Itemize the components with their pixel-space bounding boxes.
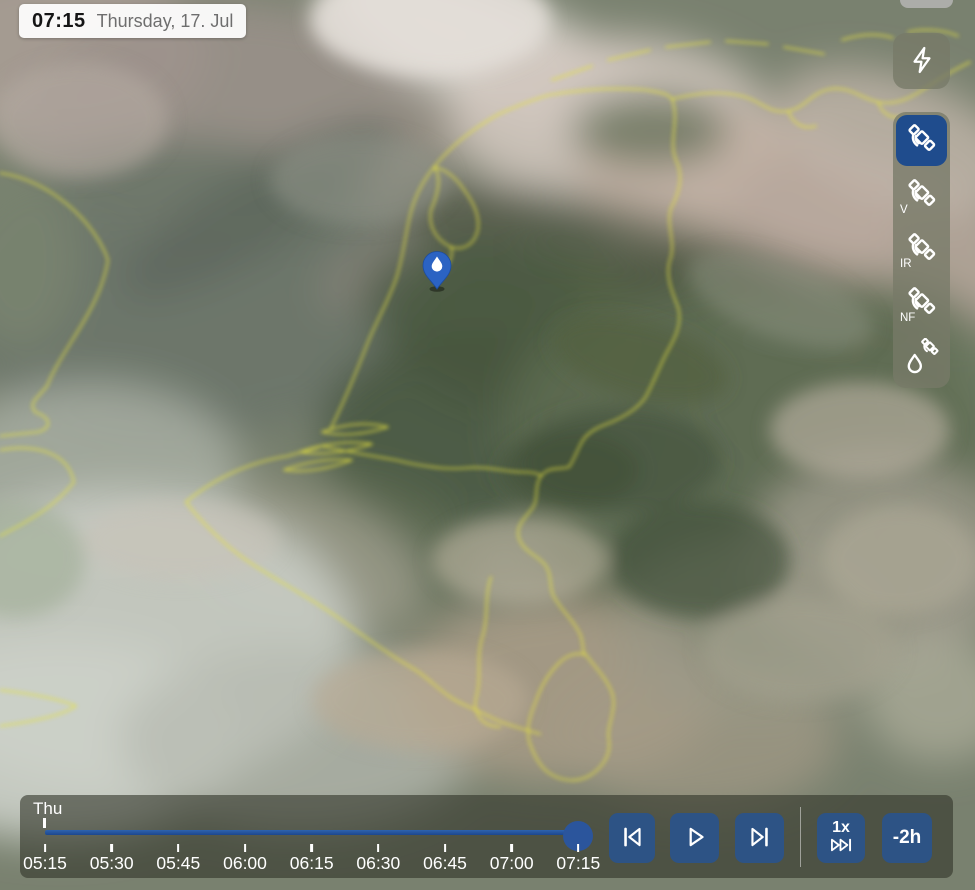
tick-label: 05:30	[89, 853, 134, 873]
skip-back-icon	[618, 823, 646, 854]
satellite-icon	[904, 121, 940, 160]
lightning-toggle-button[interactable]	[893, 33, 950, 89]
layer-satellite-ir-button[interactable]: IR	[893, 222, 950, 276]
tick-label: 06:15	[289, 853, 334, 873]
layer-satellite-v-button[interactable]: V	[893, 168, 950, 222]
weather-satellite-app: 07:15 Thursday, 17. Jul V IR NF Thu 05:1…	[0, 0, 975, 890]
play-icon	[681, 823, 709, 854]
playback-speed-button[interactable]: 1x	[817, 813, 865, 863]
tick-label: 06:45	[423, 853, 467, 873]
timeline-bar: Thu 05:15 05:30 05:45 06:00 06:15 06:30 …	[20, 795, 953, 878]
partial-offscreen-button[interactable]	[900, 0, 953, 8]
skip-forward-icon	[746, 823, 774, 854]
layer-satellite-rain-button[interactable]	[893, 330, 950, 384]
current-date: Thursday, 17. Jul	[96, 10, 234, 31]
satellite-icon	[904, 176, 940, 215]
tick-mark	[43, 844, 47, 852]
tick-label: 05:45	[156, 853, 201, 873]
time-badge: 07:15 Thursday, 17. Jul	[19, 4, 247, 38]
fast-forward-icon	[829, 837, 853, 857]
layer-label-ir: IR	[900, 257, 912, 270]
tick-label: 05:15	[23, 853, 67, 873]
tick-label: 06:30	[356, 853, 401, 873]
tick-mark	[443, 844, 447, 852]
droplet-satellite-icon	[904, 337, 940, 377]
tick-label: 07:00	[489, 853, 534, 873]
tick-label: 06:00	[223, 853, 267, 873]
skip-to-end-button[interactable]	[735, 813, 784, 863]
minus-2h-button[interactable]: -2h	[882, 813, 932, 863]
cloud-texture	[0, 0, 975, 890]
tick-mark	[110, 844, 113, 852]
timeline-tick[interactable]: 06:45	[423, 844, 467, 874]
tick-label: 07:15	[556, 853, 601, 873]
lightning-icon	[906, 44, 938, 79]
tick-mark	[377, 844, 380, 852]
timeline-tick[interactable]: 06:15	[290, 844, 334, 874]
skip-to-start-button[interactable]	[609, 813, 655, 863]
controls-divider	[800, 807, 801, 867]
layer-label-nf: NF	[900, 311, 916, 324]
layer-satellite-nf-button[interactable]: NF	[893, 276, 950, 330]
satellite-map[interactable]	[0, 0, 975, 890]
timeline-tick[interactable]: 07:00	[490, 844, 534, 874]
timeline-tick[interactable]: 07:15	[556, 844, 600, 874]
layer-panel: V IR NF	[893, 112, 950, 388]
timeline-day-label: Thu	[33, 799, 63, 818]
layer-label-v: V	[900, 203, 908, 216]
timeline-tick[interactable]: 05:45	[156, 844, 200, 874]
layer-satellite-hd-button[interactable]	[896, 115, 947, 166]
timeline-tick[interactable]: 05:15	[23, 844, 67, 874]
timeline-track[interactable]	[45, 830, 579, 835]
timeline-tick[interactable]: 05:30	[90, 844, 134, 874]
tick-mark	[310, 844, 313, 852]
current-time: 07:15	[32, 9, 86, 32]
timeline-tick[interactable]: 06:30	[356, 844, 400, 874]
timeline-tick[interactable]: 06:00	[223, 844, 267, 874]
play-button[interactable]	[670, 813, 719, 863]
day-start-tick	[43, 818, 46, 828]
tick-mark	[243, 844, 247, 852]
tick-mark	[177, 844, 180, 852]
speed-label: 1x	[832, 818, 850, 836]
tick-mark	[510, 844, 513, 852]
tick-mark	[577, 844, 580, 852]
